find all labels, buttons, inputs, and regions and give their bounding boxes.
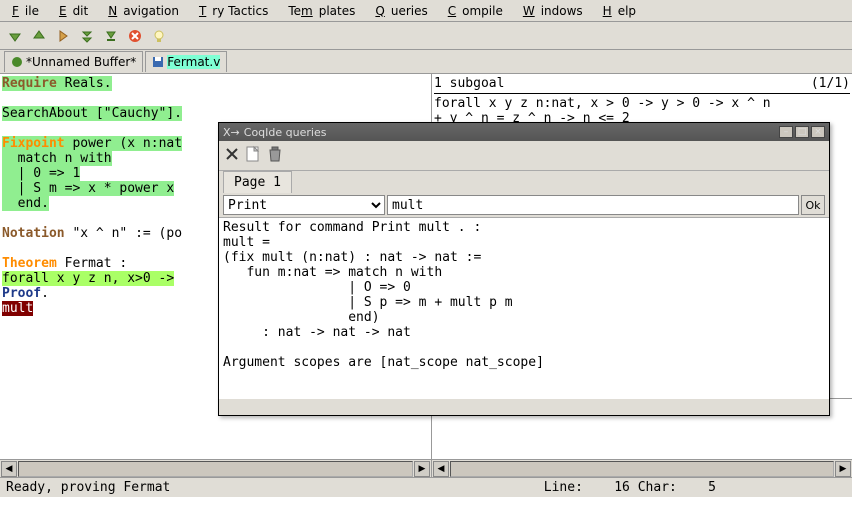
tab-fermat[interactable]: Fermat.v xyxy=(145,51,227,72)
goal-separator xyxy=(434,93,850,94)
dialog-toolbar xyxy=(219,141,829,171)
goal-body-1: forall x y z n:nat, x > 0 -> y > 0 -> x … xyxy=(434,96,850,111)
dialog-new-icon[interactable] xyxy=(245,145,261,166)
menu-help[interactable]: Help xyxy=(597,2,648,20)
tab-label: Fermat.v xyxy=(167,55,220,69)
menu-file[interactable]: File xyxy=(6,2,51,20)
save-icon xyxy=(152,56,164,68)
query-output: Result for command Print mult . : mult =… xyxy=(219,217,829,399)
scroll-left-icon[interactable]: ◀ xyxy=(433,461,449,477)
dialog-title-bar[interactable]: X→CoqIde queries – □ × xyxy=(219,123,829,141)
nav-right-icon[interactable] xyxy=(54,27,72,45)
query-argument-input[interactable] xyxy=(387,195,799,215)
scroll-track[interactable] xyxy=(18,461,413,477)
toolbar xyxy=(0,22,852,50)
status-line: 16 xyxy=(614,480,630,495)
nav-end-down-icon[interactable] xyxy=(102,27,120,45)
query-ok-button[interactable]: Ok xyxy=(801,195,825,215)
dialog-close-icon[interactable]: × xyxy=(811,126,825,138)
menu-templates[interactable]: Templates xyxy=(282,2,367,20)
dialog-close-button[interactable] xyxy=(225,147,239,164)
menu-bar: File Edit Navigation Try Tactics Templat… xyxy=(0,0,852,22)
dialog-maximize-icon[interactable]: □ xyxy=(795,126,809,138)
dialog-query-row: Print Ok xyxy=(219,193,829,217)
editor-hscroll[interactable]: ◀ ▶ xyxy=(0,459,432,477)
menu-compile[interactable]: Compile xyxy=(442,2,515,20)
dialog-trash-icon[interactable] xyxy=(267,145,283,166)
nav-up-icon[interactable] xyxy=(30,27,48,45)
dialog-title: CoqIde queries xyxy=(244,126,327,139)
tab-label: *Unnamed Buffer* xyxy=(26,55,136,69)
tab-unnamed-buffer[interactable]: *Unnamed Buffer* xyxy=(4,51,143,72)
stop-icon[interactable] xyxy=(126,27,144,45)
status-line-label: Line: xyxy=(544,480,583,495)
menu-try-tactics[interactable]: Try Tactics xyxy=(193,2,280,20)
goal-counter: (1/1) xyxy=(811,76,850,91)
status-char: 5 xyxy=(708,480,716,495)
dialog-tabs: Page 1 xyxy=(219,171,829,193)
scroll-track[interactable] xyxy=(450,461,834,477)
nav-double-down-icon[interactable] xyxy=(78,27,96,45)
status-char-label: Char: xyxy=(638,480,677,495)
goal-count: 1 subgoal xyxy=(434,76,504,91)
menu-edit[interactable]: Edit xyxy=(53,2,100,20)
unsaved-dot-icon xyxy=(11,56,23,68)
right-hscroll[interactable]: ◀ ▶ xyxy=(432,459,852,477)
scroll-right-icon[interactable]: ▶ xyxy=(835,461,851,477)
dialog-tab-page1[interactable]: Page 1 xyxy=(223,171,292,193)
menu-windows[interactable]: Windows xyxy=(517,2,595,20)
menu-navigation[interactable]: Navigation xyxy=(102,2,191,20)
buffer-tab-bar: *Unnamed Buffer* Fermat.v xyxy=(0,50,852,74)
scroll-left-icon[interactable]: ◀ xyxy=(1,461,17,477)
query-command-select[interactable]: Print xyxy=(223,195,385,215)
menu-queries[interactable]: Queries xyxy=(369,2,439,20)
queries-dialog: X→CoqIde queries – □ × Page 1 Print Ok R… xyxy=(218,122,830,416)
scroll-right-icon[interactable]: ▶ xyxy=(414,461,430,477)
dialog-minimize-icon[interactable]: – xyxy=(779,126,793,138)
status-message: Ready, proving Fermat xyxy=(6,480,170,495)
status-bar: Ready, proving Fermat Line: 16 Char: 5 xyxy=(0,477,852,497)
hint-icon[interactable] xyxy=(150,27,168,45)
nav-down-icon[interactable] xyxy=(6,27,24,45)
